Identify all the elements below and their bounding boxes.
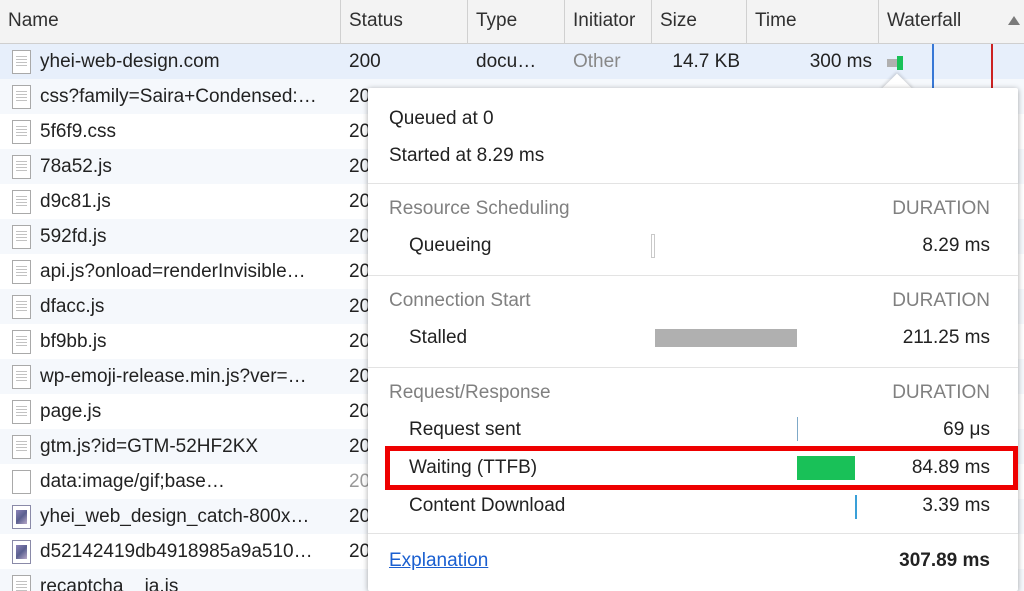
request-type: docu… [476,51,537,72]
section-divider [368,367,1018,368]
column-header-status[interactable]: Status [341,0,468,44]
section-divider [368,275,1018,276]
timing-value-stalled: 211.25 ms [902,327,990,348]
request-name: d9c81.js [40,191,111,212]
section-title-request-response: Request/Response [389,382,551,403]
duration-header: DURATION [892,198,990,219]
document-icon [12,190,31,214]
section-divider [368,183,1018,184]
column-header-time[interactable]: Time [747,0,879,44]
column-header-waterfall[interactable]: Waterfall [879,0,1024,44]
request-name: api.js?onload=renderInvisible… [40,261,306,282]
column-header-name[interactable]: Name [0,0,341,44]
request-name: gtm.js?id=GTM-52HF2KX [40,436,259,457]
document-icon [12,50,31,74]
request-name: 592fd.js [40,226,107,247]
image-file-icon [12,540,31,564]
timing-value-content-download: 3.39 ms [922,495,990,516]
document-icon [12,365,31,389]
request-name: wp-emoji-release.min.js?ver=… [40,366,307,387]
ttfb-highlight-box [385,446,1018,490]
request-name: dfacc.js [40,296,105,317]
document-icon [12,155,31,179]
request-initiator: Other [573,51,621,72]
document-icon [12,85,31,109]
timing-value-request-sent: 69 μs [943,419,990,440]
timing-label-stalled: Stalled [409,327,468,348]
stalled-bar [655,329,797,347]
request-name: css?family=Saira+Condensed:… [40,86,317,107]
waterfall-bar[interactable] [887,56,907,70]
column-header-initiator[interactable]: Initiator [565,0,652,44]
request-name: page.js [40,401,102,422]
queued-at-text: Queued at 0 [389,108,494,129]
load-event-line [991,44,993,88]
document-icon [12,295,31,319]
sort-ascending-icon[interactable] [1008,16,1020,25]
document-icon [12,575,31,591]
request-status: 200 [349,51,381,72]
waterfall-stalled-segment [887,59,897,67]
request-sent-bar [797,417,798,441]
duration-header: DURATION [892,382,990,403]
explanation-link[interactable]: Explanation [389,550,488,572]
column-header-type[interactable]: Type [468,0,565,44]
request-time: 300 ms [809,51,872,72]
dom-content-loaded-line [932,44,934,88]
request-name: yhei_web_design_catch-800x… [40,506,310,527]
section-title-resource-scheduling: Resource Scheduling [389,198,570,219]
request-name: yhei-web-design.com [40,51,220,72]
request-size: 14.7 KB [672,51,740,72]
document-icon [12,400,31,424]
waterfall-waiting-segment [897,56,903,70]
popup-pointer-cover [878,89,918,103]
image-file-icon [12,505,31,529]
document-icon [12,120,31,144]
table-row[interactable]: yhei-web-design.com 200 docu… Other 14.7… [0,44,1024,79]
content-download-bar [855,495,857,519]
document-icon [12,225,31,249]
network-table-header: Name Status Type Initiator Size Time Wat… [0,0,1024,44]
request-name: bf9bb.js [40,331,107,352]
timing-value-queueing: 8.29 ms [922,235,990,256]
request-name: 5f6f9.css [40,121,117,142]
request-name: data:image/gif;base… [40,471,225,492]
request-name: d52142419db4918985a9a510… [40,541,313,562]
blank-file-icon [12,470,31,494]
timing-label-content-download: Content Download [409,495,566,516]
timing-label-queueing: Queueing [409,235,492,256]
column-header-size[interactable]: Size [652,0,747,44]
section-title-connection-start: Connection Start [389,290,531,311]
column-header-waterfall-label: Waterfall [887,10,962,31]
document-icon [12,435,31,459]
started-at-text: Started at 8.29 ms [389,145,545,166]
request-name: 78a52.js [40,156,112,177]
section-divider [368,533,1018,534]
document-icon [12,260,31,284]
timing-label-request-sent: Request sent [409,419,521,440]
queueing-bar [651,234,655,258]
total-duration: 307.89 ms [899,550,990,571]
document-icon [12,330,31,354]
duration-header: DURATION [892,290,990,311]
request-name: recaptcha__ja.js [40,576,179,591]
